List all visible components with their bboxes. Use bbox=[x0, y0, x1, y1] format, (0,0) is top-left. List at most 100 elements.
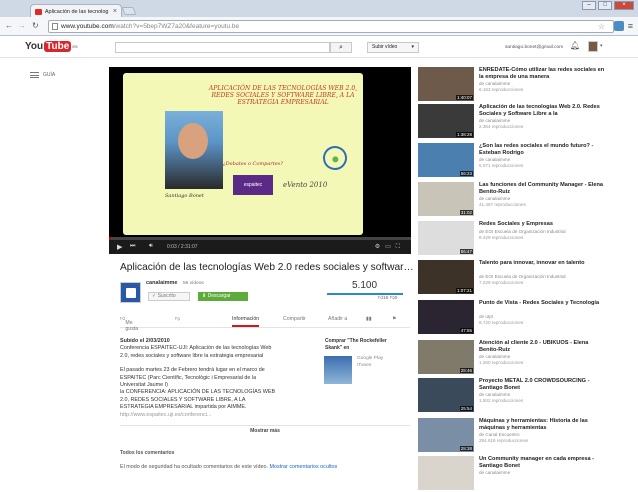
chrome-menu-icon[interactable]: ≡ bbox=[628, 21, 633, 31]
guide-button[interactable]: GUÍA bbox=[30, 72, 55, 78]
maximize-button[interactable]: □ bbox=[598, 1, 612, 10]
play-icon[interactable]: ▶ bbox=[117, 243, 122, 251]
tab-share[interactable]: Compartir bbox=[283, 316, 306, 322]
related-video-item[interactable]: 56:47 Redes Sociales y Empresas de EOI Esc… bbox=[418, 221, 608, 257]
browser-tab[interactable]: Aplicación de las tecnolog × bbox=[30, 4, 122, 18]
subscribe-button[interactable]: ✓ Suscrito bbox=[148, 292, 190, 301]
subscribe-label: Suscrito bbox=[157, 293, 176, 299]
like-count: 16 bbox=[383, 296, 389, 301]
url-domain: www.youtube.com bbox=[61, 23, 114, 30]
related-video-views: 284.616 reproducciones bbox=[479, 438, 529, 443]
channel-avatar[interactable] bbox=[120, 282, 141, 303]
video-duration: 28:46 bbox=[459, 368, 473, 373]
volume-icon[interactable]: 🔊︎ bbox=[149, 243, 153, 250]
video-thumbnail[interactable]: 28:38 bbox=[418, 418, 474, 452]
dislike-icon[interactable]: 👎︎ bbox=[175, 316, 180, 322]
related-video-item[interactable]: 1:07:21 Talento para innovar, innovar en … bbox=[418, 260, 608, 296]
extension-icon[interactable] bbox=[614, 21, 624, 31]
video-thumbnail[interactable]: 1:07:21 bbox=[418, 260, 474, 294]
related-video-title[interactable]: Punto de Vista - Redes Sociales y Tecnol… bbox=[479, 300, 605, 307]
new-tab-button[interactable] bbox=[121, 7, 137, 15]
related-video-title[interactable]: ¿Son las redes sociales el mundo futuro?… bbox=[479, 143, 605, 156]
close-tab-icon[interactable]: × bbox=[113, 8, 117, 15]
like-button[interactable]: 👍︎ Me gusta bbox=[120, 316, 138, 332]
address-bar[interactable]: www.youtube.com/watch?v=5bep7WZ7a20&feat… bbox=[48, 20, 614, 33]
video-thumbnail[interactable]: 1:38:28 bbox=[418, 104, 474, 138]
stats-icon[interactable]: ▮▮ bbox=[366, 316, 372, 322]
minimize-button[interactable]: – bbox=[582, 1, 596, 10]
avatar[interactable] bbox=[588, 41, 598, 52]
related-video-item[interactable]: 28:38 Máquinas y herramientas: Historia d… bbox=[418, 418, 608, 454]
back-icon[interactable]: ← bbox=[5, 21, 13, 30]
related-video-item[interactable]: 56:23 ¿Son las redes sociales el mundo fu… bbox=[418, 143, 608, 179]
logo-tube: Tube bbox=[44, 41, 72, 52]
upload-button[interactable]: Subir vídeo ▾ bbox=[367, 42, 419, 53]
video-title: Aplicación de las tecnologías Web 2.0 re… bbox=[120, 262, 414, 273]
related-video-item[interactable]: 47:55 Punto de Vista - Redes Sociales y T… bbox=[418, 300, 608, 336]
show-more-button[interactable]: Mostrar más bbox=[120, 425, 410, 434]
download-button[interactable]: ⬇ Descargar bbox=[198, 292, 248, 301]
video-thumbnail[interactable]: 25:54 bbox=[418, 378, 474, 412]
next-icon[interactable]: ⏭ bbox=[130, 243, 135, 250]
video-thumbnail[interactable] bbox=[418, 456, 474, 490]
youtube-logo[interactable]: You Tube ES bbox=[25, 41, 78, 52]
atom-logo-icon bbox=[318, 141, 352, 175]
album-cover[interactable] bbox=[324, 356, 352, 384]
store-links[interactable]: Google Play iTunes bbox=[357, 356, 383, 369]
related-video-item[interactable]: 1:40:07 ENREDATE-Cómo utilizar las redes … bbox=[418, 67, 608, 103]
bookmark-star-icon[interactable]: ☆ bbox=[598, 21, 605, 32]
related-video-title[interactable]: Máquinas y herramientas: Historia de las… bbox=[479, 418, 605, 431]
menu-icon bbox=[30, 72, 39, 78]
video-thumbnail[interactable]: 28:46 bbox=[418, 340, 474, 374]
video-thumbnail[interactable]: 31:02 bbox=[418, 182, 474, 216]
logo-you: You bbox=[25, 41, 44, 52]
video-thumbnail[interactable]: 47:55 bbox=[418, 300, 474, 334]
related-video-title[interactable]: Un Community manager en cada empresa - S… bbox=[479, 456, 605, 469]
video-duration: 47:55 bbox=[459, 328, 473, 333]
comments-header: Todos los comentarios bbox=[120, 450, 175, 456]
notification-bell-icon[interactable]: 🔔︎ bbox=[570, 41, 580, 50]
forward-icon[interactable]: → bbox=[18, 21, 26, 30]
related-video-title[interactable]: Aplicación de las tecnologías Web 2.0. R… bbox=[479, 104, 605, 117]
related-video-item[interactable]: Un Community manager en cada empresa - S… bbox=[418, 456, 608, 492]
store-itunes[interactable]: iTunes bbox=[357, 363, 383, 370]
related-video-item[interactable]: 28:46 Atención al cliente 2.0 - UBIKUOS -… bbox=[418, 340, 608, 376]
video-thumbnail[interactable]: 1:40:07 bbox=[418, 67, 474, 101]
flag-icon[interactable]: ⚑ bbox=[392, 316, 397, 322]
avatar-chevron-icon[interactable]: ▾ bbox=[600, 43, 603, 49]
related-video-title[interactable]: ENREDATE-Cómo utilizar las redes sociale… bbox=[479, 67, 605, 80]
related-video-views: 8.429 reproducciones bbox=[479, 235, 524, 240]
related-video-title[interactable]: Atención al cliente 2.0 - UBIKUOS - Elen… bbox=[479, 340, 605, 353]
reload-icon[interactable]: ↻ bbox=[32, 21, 39, 30]
close-window-button[interactable]: × bbox=[614, 1, 634, 10]
show-hidden-comments-link[interactable]: Mostrar comentarios ocultos bbox=[270, 464, 338, 470]
channel-name[interactable]: canalaimme bbox=[146, 280, 178, 286]
related-video-title[interactable]: Talento para innovar, innovar en talento bbox=[479, 260, 605, 267]
desc-line: la CONFERENCIA: APLICACIÓN DE LAS TECNOL… bbox=[120, 389, 276, 396]
user-email[interactable]: santiago.bonet@gmail.com bbox=[505, 45, 563, 50]
tab-add-to[interactable]: Añadir a bbox=[328, 316, 347, 322]
related-video-title[interactable]: Redes Sociales y Empresas bbox=[479, 221, 605, 228]
related-video-title[interactable]: Proyecto METAL 2.0 CROWDSOURCING - Santi… bbox=[479, 378, 605, 391]
related-video-item[interactable]: 25:54 Proyecto METAL 2.0 CROWDSOURCING - … bbox=[418, 378, 608, 414]
player-controls: ▶ ⏭ 🔊︎ 0:03 / 2:31:07 ⚙▭⛶ bbox=[109, 237, 411, 254]
related-video-views: 1.502 reproducciones bbox=[479, 398, 524, 403]
desc-spacer bbox=[120, 360, 302, 367]
related-video-title[interactable]: Las funciones del Community Manager - El… bbox=[479, 182, 605, 195]
video-thumbnail[interactable]: 56:23 bbox=[418, 143, 474, 177]
related-video-views: 2.364 reproducciones bbox=[479, 124, 524, 129]
tab-info[interactable]: Información bbox=[232, 316, 260, 327]
search-input[interactable] bbox=[115, 42, 330, 53]
related-video-item[interactable]: 1:38:28 Aplicación de las tecnologías Web… bbox=[418, 104, 608, 140]
search-button[interactable]: ⌕ bbox=[330, 42, 352, 53]
progress-bar[interactable] bbox=[109, 237, 411, 240]
desc-line: ESPAITEC (Parc Científic, Tecnològic i E… bbox=[120, 374, 257, 381]
video-duration: 25:54 bbox=[459, 406, 473, 411]
player-settings-icons[interactable]: ⚙▭⛶ bbox=[375, 243, 405, 251]
video-thumbnail[interactable]: 56:47 bbox=[418, 221, 474, 255]
view-count: 5.100 bbox=[352, 280, 378, 291]
related-video-channel: de canalaimme bbox=[479, 81, 511, 86]
store-google-play[interactable]: Google Play bbox=[357, 356, 383, 363]
desc-link[interactable]: http://www.espaitec.uji.es/conferenci... bbox=[120, 412, 302, 419]
related-video-item[interactable]: 31:02 Las funciones del Community Manager… bbox=[418, 182, 608, 218]
